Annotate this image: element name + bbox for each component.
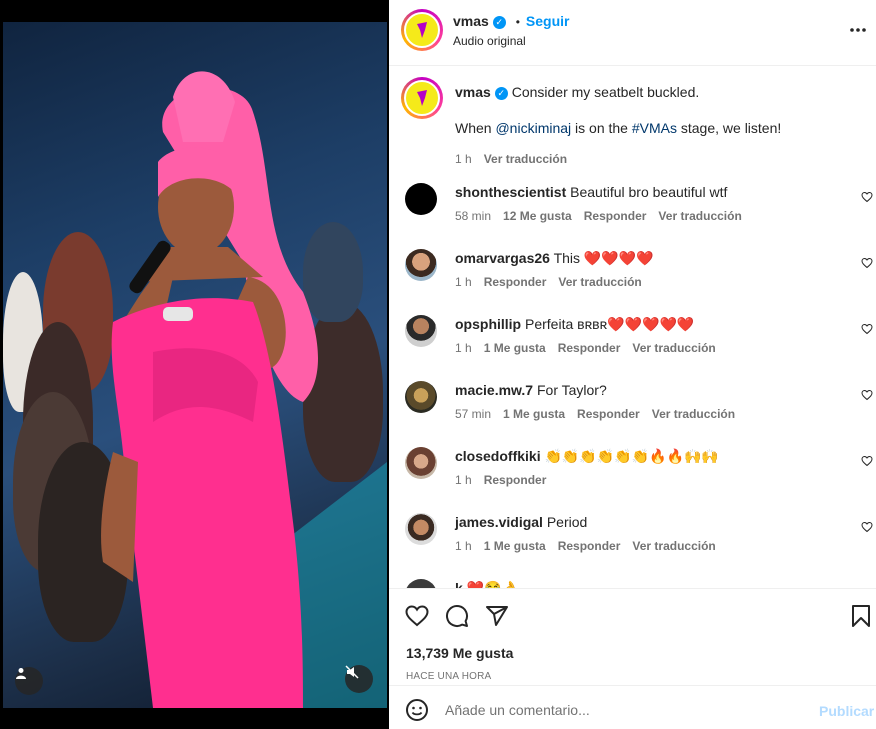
comment-likes[interactable]: 12 Me gusta bbox=[503, 209, 572, 223]
comment-time: 1 h bbox=[455, 473, 472, 487]
comment-row: opsphillip Perfeita ʙʀʙʀ❤️❤️❤️❤️❤️ 1 h 1 … bbox=[389, 313, 876, 373]
comment-time: 57 min bbox=[455, 407, 492, 421]
comment-avatar[interactable] bbox=[405, 381, 437, 413]
header-username[interactable]: vmas bbox=[453, 13, 489, 29]
vmas-logo-icon bbox=[417, 90, 427, 106]
comment-username[interactable]: macie.mw.7 bbox=[455, 382, 533, 398]
post-media[interactable] bbox=[0, 0, 389, 729]
video-player[interactable] bbox=[3, 22, 387, 708]
comment-time: 1 h bbox=[455, 341, 472, 355]
performer-illustration bbox=[101, 71, 387, 708]
caption-mid: is on the bbox=[571, 120, 632, 136]
verified-icon: ✓ bbox=[494, 86, 508, 100]
comment-row: macie.mw.7 For Taylor? 57 min 1 Me gusta R… bbox=[389, 379, 876, 439]
comment-avatar[interactable] bbox=[405, 249, 437, 281]
comment-username[interactable]: omarvargas26 bbox=[455, 250, 550, 266]
comment-avatar[interactable] bbox=[405, 447, 437, 479]
separator-dot: • bbox=[515, 15, 520, 29]
caption-username[interactable]: vmas bbox=[455, 84, 491, 100]
translate-button[interactable]: Ver traducción bbox=[652, 407, 735, 421]
caption-suffix: stage, we listen! bbox=[676, 120, 782, 136]
comment-avatar[interactable] bbox=[405, 315, 437, 347]
reply-button[interactable]: Responder bbox=[558, 539, 621, 553]
caption-translate[interactable]: Ver traducción bbox=[484, 152, 567, 166]
mention-link[interactable]: @nickiminaj bbox=[495, 120, 571, 136]
user-tag-button[interactable] bbox=[15, 667, 43, 695]
reply-button[interactable]: Responder bbox=[484, 275, 547, 289]
caption: vmas ✓ Consider my seatbelt buckled. When… bbox=[389, 76, 876, 166]
comment-row: shonthescientist Beautiful bro beautiful… bbox=[389, 181, 876, 241]
post-header: vmas ✓ • Seguir Audio original bbox=[389, 0, 876, 66]
comment-likes[interactable]: 1 Me gusta bbox=[484, 539, 546, 553]
comment-text: For Taylor? bbox=[536, 382, 607, 398]
comment-row: omarvargas26 This ❤️❤️❤️❤️ 1 h Responder V… bbox=[389, 247, 876, 307]
comment-icon[interactable] bbox=[445, 604, 469, 628]
comment-heart-icon[interactable] bbox=[861, 521, 873, 533]
save-icon[interactable] bbox=[851, 604, 871, 628]
comment-input[interactable] bbox=[445, 698, 805, 722]
hashtag-link[interactable]: #VMAs bbox=[632, 120, 677, 136]
publish-button[interactable]: Publicar bbox=[819, 703, 874, 719]
comment-username[interactable]: closedoffkiki bbox=[455, 448, 541, 464]
comment-text: ❤️😂👌 bbox=[466, 580, 519, 588]
comment-text: 👏👏👏👏👏👏🔥🔥🙌🙌 bbox=[544, 448, 719, 464]
comment-text: This ❤️❤️❤️❤️ bbox=[553, 250, 654, 266]
comment-avatar[interactable] bbox=[405, 513, 437, 545]
follow-button[interactable]: Seguir bbox=[526, 13, 570, 29]
translate-button[interactable]: Ver traducción bbox=[632, 341, 715, 355]
comment-username[interactable]: james.vidigal bbox=[455, 514, 543, 530]
share-icon[interactable] bbox=[485, 604, 509, 628]
comment-text: Beautiful bro beautiful wtf bbox=[570, 184, 728, 200]
post-panel: vmas ✓ • Seguir Audio original vmas ✓ Consi… bbox=[389, 0, 876, 729]
translate-button[interactable]: Ver traducción bbox=[658, 209, 741, 223]
comment-likes[interactable]: 1 Me gusta bbox=[503, 407, 565, 421]
audio-label[interactable]: Audio original bbox=[453, 34, 526, 48]
comment-heart-icon[interactable] bbox=[861, 257, 873, 269]
reply-button[interactable]: Responder bbox=[584, 209, 647, 223]
add-comment-bar: Publicar bbox=[389, 685, 876, 729]
more-icon[interactable] bbox=[849, 27, 867, 33]
comment-row-partial: k ❤️😂👌 bbox=[389, 577, 876, 588]
comment-likes[interactable]: 1 Me gusta bbox=[484, 341, 546, 355]
comment-heart-icon[interactable] bbox=[861, 323, 873, 335]
comment-row: james.vidigal Period 1 h 1 Me gusta Respon… bbox=[389, 511, 876, 571]
comments-list[interactable]: vmas ✓ Consider my seatbelt buckled. When… bbox=[389, 67, 876, 588]
reply-button[interactable]: Responder bbox=[558, 341, 621, 355]
user-tag-icon bbox=[16, 668, 26, 679]
reply-button[interactable]: Responder bbox=[484, 473, 547, 487]
likes-count[interactable]: 13,739 Me gusta bbox=[406, 645, 513, 661]
comment-avatar[interactable] bbox=[405, 183, 437, 215]
mute-icon bbox=[345, 665, 359, 679]
comment-username[interactable]: shonthescientist bbox=[455, 184, 566, 200]
comment-text: Period bbox=[546, 514, 588, 530]
comment-heart-icon[interactable] bbox=[861, 389, 873, 401]
vmas-logo-icon bbox=[417, 22, 427, 38]
caption-avatar[interactable] bbox=[401, 77, 443, 119]
emoji-icon[interactable] bbox=[405, 698, 429, 722]
heart-icon[interactable] bbox=[405, 605, 429, 627]
comment-avatar[interactable] bbox=[405, 579, 437, 588]
caption-prefix: When bbox=[455, 120, 496, 136]
reply-button[interactable]: Responder bbox=[577, 407, 640, 421]
comment-username[interactable]: opsphillip bbox=[455, 316, 521, 332]
mute-button[interactable] bbox=[345, 665, 373, 693]
caption-line-1: Consider my seatbelt buckled. bbox=[511, 84, 700, 100]
comment-time: 1 h bbox=[455, 275, 472, 289]
account-avatar[interactable] bbox=[401, 9, 443, 51]
post-actions: 13,739 Me gusta HACE UNA HORA bbox=[389, 588, 876, 685]
comment-text: Perfeita ʙʀʙʀ❤️❤️❤️❤️❤️ bbox=[525, 316, 695, 332]
caption-time: 1 h bbox=[455, 152, 472, 166]
comment-row: closedoffkiki 👏👏👏👏👏👏🔥🔥🙌🙌 1 h Responder bbox=[389, 445, 876, 505]
translate-button[interactable]: Ver traducción bbox=[632, 539, 715, 553]
comment-time: 1 h bbox=[455, 539, 472, 553]
comment-username[interactable]: k bbox=[455, 580, 463, 588]
comment-heart-icon[interactable] bbox=[861, 191, 873, 203]
comment-heart-icon[interactable] bbox=[861, 455, 873, 467]
verified-icon: ✓ bbox=[492, 15, 506, 29]
post-time: HACE UNA HORA bbox=[406, 671, 492, 682]
comment-time: 58 min bbox=[455, 209, 492, 223]
translate-button[interactable]: Ver traducción bbox=[558, 275, 641, 289]
